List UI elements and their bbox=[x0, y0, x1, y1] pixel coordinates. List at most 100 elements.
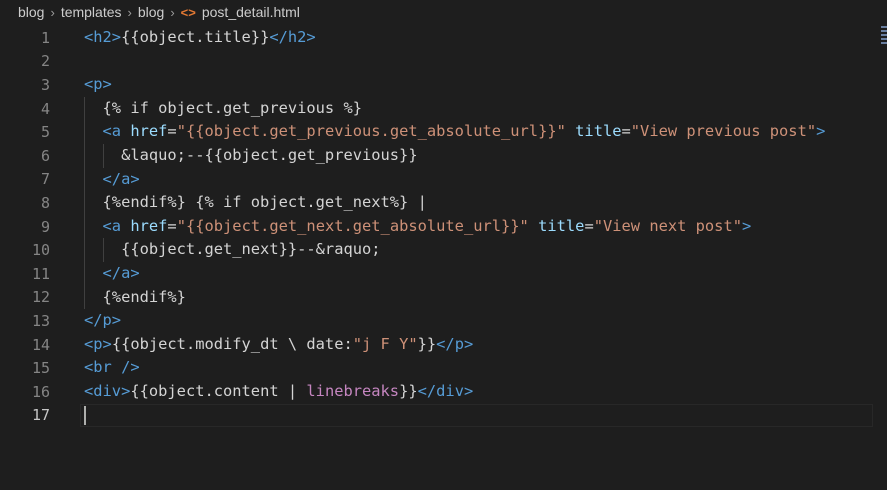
code-token: <p> bbox=[84, 75, 112, 94]
code-token: > bbox=[741, 216, 752, 235]
line-number: 14 bbox=[31, 335, 50, 354]
breadcrumb-item-2[interactable]: blog bbox=[138, 4, 164, 20]
current-line-highlight bbox=[80, 403, 873, 428]
code-token: }} bbox=[399, 382, 418, 400]
code-text: <br /> bbox=[84, 356, 140, 380]
code-line[interactable]: 12 {%endif%} bbox=[0, 286, 887, 310]
breadcrumb: blog › templates › blog › <> post_detail.html bbox=[0, 0, 887, 24]
code-token: > bbox=[816, 122, 826, 141]
code-line[interactable]: 5 <a href="{{object.get_previous.get_abs… bbox=[0, 120, 887, 144]
code-token: </a> bbox=[84, 169, 140, 188]
breadcrumb-item-0[interactable]: blog bbox=[18, 4, 44, 20]
code-token: {{object.get_next}} bbox=[84, 240, 298, 259]
breadcrumb-file[interactable]: post_detail.html bbox=[202, 4, 300, 20]
code-line[interactable]: 10 {{object.get_next}}--&raquo; bbox=[0, 238, 887, 262]
code-token: </div> bbox=[417, 382, 474, 400]
minimap[interactable] bbox=[881, 26, 887, 66]
code-token: "{{object.get_next.get_absolute_url}}" bbox=[176, 216, 529, 235]
code-text: <p>{{object.modify_dt \ date:"j F Y"}}</… bbox=[84, 333, 473, 357]
code-text: {{object.get_next}}--&raquo; bbox=[84, 238, 381, 262]
breadcrumb-item-1[interactable]: templates bbox=[61, 4, 122, 20]
code-token: = bbox=[621, 122, 631, 141]
code-line[interactable]: 4 {% if object.get_previous %} bbox=[0, 97, 887, 121]
code-token: title bbox=[575, 122, 622, 141]
line-number: 17 bbox=[31, 406, 50, 425]
indent-guide bbox=[103, 144, 104, 168]
code-text: <div>{{object.content | linebreaks}}</di… bbox=[84, 380, 473, 404]
code-line[interactable]: 9 <a href="{{object.get_next.get_absolut… bbox=[0, 215, 887, 239]
code-line[interactable]: 14 <p>{{object.modify_dt \ date:"j F Y"}}… bbox=[0, 333, 887, 357]
code-text: </p> bbox=[84, 309, 121, 333]
code-line[interactable]: 8 {%endif%} {% if object.get_next%} | bbox=[0, 191, 887, 215]
code-token: {% if object.get_previous %} bbox=[84, 98, 362, 117]
html-file-icon: <> bbox=[180, 4, 196, 20]
code-line[interactable]: 1 <h2>{{object.title}}</h2> bbox=[0, 26, 887, 50]
chevron-right-icon: › bbox=[127, 4, 132, 20]
code-token: {%endif%} bbox=[84, 287, 186, 306]
line-number: 1 bbox=[40, 28, 50, 47]
code-line[interactable]: 17 bbox=[0, 403, 887, 428]
chevron-right-icon: › bbox=[170, 4, 175, 20]
chevron-right-icon: › bbox=[50, 4, 55, 20]
code-token: "{{object.get_previous.get_absolute_url}… bbox=[176, 122, 566, 141]
code-token: </h2> bbox=[269, 28, 316, 46]
code-text: {%endif%} {% if object.get_next%} | bbox=[84, 191, 427, 215]
line-number: 2 bbox=[40, 52, 50, 71]
code-line[interactable]: 3 <p> bbox=[0, 73, 887, 97]
code-text: <a href="{{object.get_next.get_absolute_… bbox=[84, 215, 752, 239]
code-token: <h2> bbox=[84, 28, 122, 46]
code-token: <a bbox=[84, 216, 131, 235]
line-number: 16 bbox=[31, 382, 50, 401]
code-text bbox=[84, 404, 86, 428]
code-text: <p> bbox=[84, 73, 112, 97]
code-text: </a> bbox=[84, 168, 140, 192]
text-cursor bbox=[84, 405, 86, 425]
code-token: = bbox=[167, 122, 177, 141]
code-token: href bbox=[130, 122, 168, 141]
code-text: <h2>{{object.title}}</h2> bbox=[84, 26, 316, 50]
code-line[interactable]: 11 </a> bbox=[0, 262, 887, 286]
line-number: 13 bbox=[31, 311, 50, 330]
line-number: 4 bbox=[40, 99, 50, 118]
code-token: = bbox=[167, 216, 177, 235]
line-number: 3 bbox=[40, 75, 50, 94]
code-token: "j F Y" bbox=[352, 334, 418, 353]
code-token: = bbox=[584, 216, 594, 235]
indent-guide bbox=[84, 96, 85, 310]
code-line[interactable]: 6 &laquo;--{{object.get_previous}} bbox=[0, 144, 887, 168]
code-text: &laquo;--{{object.get_previous}} bbox=[84, 144, 418, 168]
code-text: {% if object.get_previous %} bbox=[84, 97, 362, 121]
code-editor[interactable]: 1 <h2>{{object.title}}</h2> 2 3 <p> 4 {% if o… bbox=[0, 26, 887, 490]
line-number: 11 bbox=[31, 264, 50, 283]
code-token: {%endif%} {% if object.get_next%} bbox=[84, 193, 418, 212]
line-number: 15 bbox=[31, 359, 50, 378]
code-token: }} bbox=[417, 334, 437, 353]
code-token: title bbox=[538, 216, 585, 235]
code-token: </p> bbox=[436, 334, 474, 353]
line-number: 8 bbox=[40, 193, 50, 212]
code-token: {{object.content | bbox=[130, 382, 307, 400]
code-text: <a href="{{object.get_previous.get_absol… bbox=[84, 120, 826, 144]
code-token: <p> bbox=[84, 334, 112, 353]
code-token: href bbox=[130, 216, 168, 235]
code-token: <a bbox=[84, 122, 131, 141]
line-number: 6 bbox=[40, 146, 50, 165]
code-token: linebreaks bbox=[306, 382, 400, 400]
code-token: --&raquo; bbox=[297, 240, 381, 259]
code-token: <br /> bbox=[84, 358, 140, 377]
code-token: "View next post" bbox=[593, 216, 742, 235]
line-number: 10 bbox=[31, 241, 50, 260]
line-number: 5 bbox=[40, 123, 50, 142]
line-number: 9 bbox=[40, 217, 50, 236]
code-line[interactable]: 15 <br /> bbox=[0, 356, 887, 380]
code-line[interactable]: 2 bbox=[0, 50, 887, 74]
code-token: {{object.get_previous}} bbox=[204, 146, 418, 164]
code-line[interactable]: 7 </a> bbox=[0, 168, 887, 192]
code-line[interactable]: 16 <div>{{object.content | linebreaks}}</… bbox=[0, 380, 887, 404]
code-token: </p> bbox=[84, 311, 122, 330]
code-line[interactable]: 13 </p> bbox=[0, 309, 887, 333]
code-token: "View previous post" bbox=[630, 122, 817, 141]
code-token: {{object.modify_dt \ date: bbox=[111, 334, 353, 353]
